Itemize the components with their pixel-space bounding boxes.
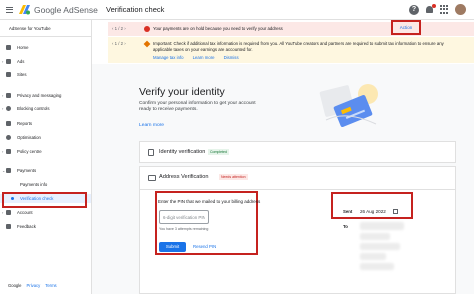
- attempts-remaining: You have 3 attempts remaining: [159, 227, 209, 231]
- optimisation-icon: [6, 135, 11, 140]
- highlight-box: Action: [391, 20, 421, 35]
- sidebar-footer: Google Privacy Terms: [8, 283, 57, 288]
- terms-link[interactable]: Terms: [45, 283, 56, 288]
- sidebar-item-ads[interactable]: › Ads: [0, 57, 91, 66]
- manage-tax-info-link[interactable]: Manage tax info: [153, 55, 184, 60]
- redacted-address: [360, 253, 386, 260]
- resend-pin-link[interactable]: Resend PIN: [193, 244, 216, 249]
- payments-icon: [6, 168, 11, 173]
- status-badge: Completed: [208, 149, 229, 155]
- sidebar-item-label: Home: [17, 45, 29, 50]
- sent-label: Sent: [343, 209, 353, 214]
- divider: [140, 189, 455, 190]
- sidebar-item-blocking[interactable]: › Blocking controls: [0, 104, 91, 113]
- chevron-right-icon[interactable]: ›: [2, 106, 3, 111]
- sidebar-item-payments[interactable]: ⌄ Payments: [0, 166, 91, 175]
- envelope-icon: [148, 175, 156, 181]
- pin-input[interactable]: [159, 210, 209, 224]
- address-title: Address Verification: [159, 174, 209, 180]
- learn-more-link[interactable]: Learn more: [193, 55, 215, 60]
- alert-pager[interactable]: ‹ 1 / 2 ›: [112, 41, 126, 46]
- apps-grid-icon[interactable]: [440, 5, 449, 14]
- footer-brand: Google: [8, 283, 22, 288]
- brand-name: Google AdSense: [34, 5, 98, 15]
- highlight-box: [2, 192, 87, 208]
- warning-icon: [143, 40, 151, 48]
- chevron-right-icon[interactable]: ›: [2, 93, 3, 98]
- submit-button[interactable]: Submit: [159, 242, 186, 252]
- pin-prompt: Enter the PIN that we mailed to your bil…: [158, 199, 261, 204]
- sidebar-item-label: Optimisation: [17, 135, 41, 140]
- sidebar-item-label: Ads: [17, 59, 25, 64]
- sidebar-item-sites[interactable]: Sites: [0, 70, 91, 79]
- action-link[interactable]: Action: [400, 25, 413, 30]
- feedback-icon: [6, 224, 11, 229]
- block-icon: [6, 106, 11, 111]
- id-card-illustration: [319, 84, 378, 127]
- alert-tax-info: ‹ 1 / 2 › Important: Check if additional…: [108, 37, 474, 63]
- page-title: Verification check: [106, 5, 165, 14]
- alert-pager[interactable]: ‹ 1 / 2 ›: [112, 26, 126, 31]
- menu-icon[interactable]: [0, 0, 14, 20]
- chevron-right-icon[interactable]: ›: [2, 59, 3, 64]
- account-name: AdSense for YouTube: [9, 26, 51, 31]
- calendar-icon: [393, 209, 398, 214]
- sidebar-item-payments-info[interactable]: Payments info: [0, 180, 91, 189]
- sidebar-item-privacy[interactable]: › Privacy and messaging: [0, 91, 91, 100]
- identity-title: Identity verification: [159, 149, 206, 155]
- learn-more-link[interactable]: Learn more: [139, 123, 164, 128]
- sidebar-item-feedback[interactable]: Feedback: [0, 222, 91, 231]
- help-icon[interactable]: ?: [409, 4, 419, 15]
- identity-verification-card: Identity verification Completed: [139, 141, 456, 163]
- verify-description: Confirm your personal information to get…: [139, 101, 256, 112]
- top-bar: Google AdSense Verification check ?: [0, 0, 474, 20]
- sidebar-item-label: Policy centre: [17, 149, 42, 154]
- bell-icon[interactable]: [425, 3, 436, 15]
- alert-text: Important: Check if additional tax infor…: [153, 41, 444, 52]
- sidebar-item-label: Account: [17, 210, 33, 215]
- reports-icon: [6, 121, 11, 126]
- sidebar-item-label: Payments: [17, 168, 37, 173]
- id-card-icon: [148, 149, 154, 156]
- sent-date: 26 Aug 2022: [360, 209, 386, 214]
- chevron-down-icon[interactable]: ⌄: [2, 168, 5, 173]
- sidebar-item-label: Privacy and messaging: [17, 93, 62, 98]
- status-badge: Needs attention: [219, 174, 248, 180]
- privacy-icon: [6, 93, 11, 98]
- sidebar-item-label: Reports: [17, 121, 33, 126]
- privacy-link[interactable]: Privacy: [27, 283, 41, 288]
- sidebar-item-account[interactable]: › Account: [0, 208, 91, 217]
- redacted-address: [360, 243, 400, 250]
- sidebar-item-label: Payments info: [20, 182, 48, 187]
- redacted-address: [360, 222, 404, 230]
- sidebar-item-home[interactable]: Home: [0, 43, 91, 52]
- sidebar-item-policy[interactable]: › Policy centre: [0, 147, 91, 156]
- sidebar-item-label: Sites: [17, 72, 27, 77]
- verify-title: Verify your identity: [139, 86, 225, 98]
- highlight-box: [331, 192, 413, 219]
- ads-icon: [6, 59, 11, 64]
- alert-text: Your payments are on hold because you ne…: [153, 26, 283, 31]
- sidebar-item-optimisation[interactable]: Optimisation: [0, 133, 91, 142]
- sidebar-item-reports[interactable]: Reports: [0, 119, 91, 128]
- redacted-address: [360, 233, 390, 240]
- dismiss-link[interactable]: Dismiss: [224, 55, 239, 60]
- sites-icon: [6, 72, 11, 77]
- avatar[interactable]: [455, 4, 466, 15]
- divider: [0, 36, 91, 37]
- policy-icon: [6, 149, 11, 154]
- sidebar: AdSense for YouTube Home › Ads Sites › P…: [0, 20, 92, 294]
- redacted-address: [360, 263, 394, 270]
- account-icon: [6, 210, 11, 215]
- home-icon: [6, 45, 11, 50]
- to-label: To: [343, 224, 348, 229]
- chevron-right-icon[interactable]: ›: [2, 210, 3, 215]
- error-icon: [144, 26, 150, 32]
- chevron-right-icon[interactable]: ›: [2, 149, 3, 154]
- sidebar-item-label: Feedback: [17, 224, 36, 229]
- sidebar-item-label: Blocking controls: [17, 106, 50, 111]
- adsense-logo: [19, 5, 30, 15]
